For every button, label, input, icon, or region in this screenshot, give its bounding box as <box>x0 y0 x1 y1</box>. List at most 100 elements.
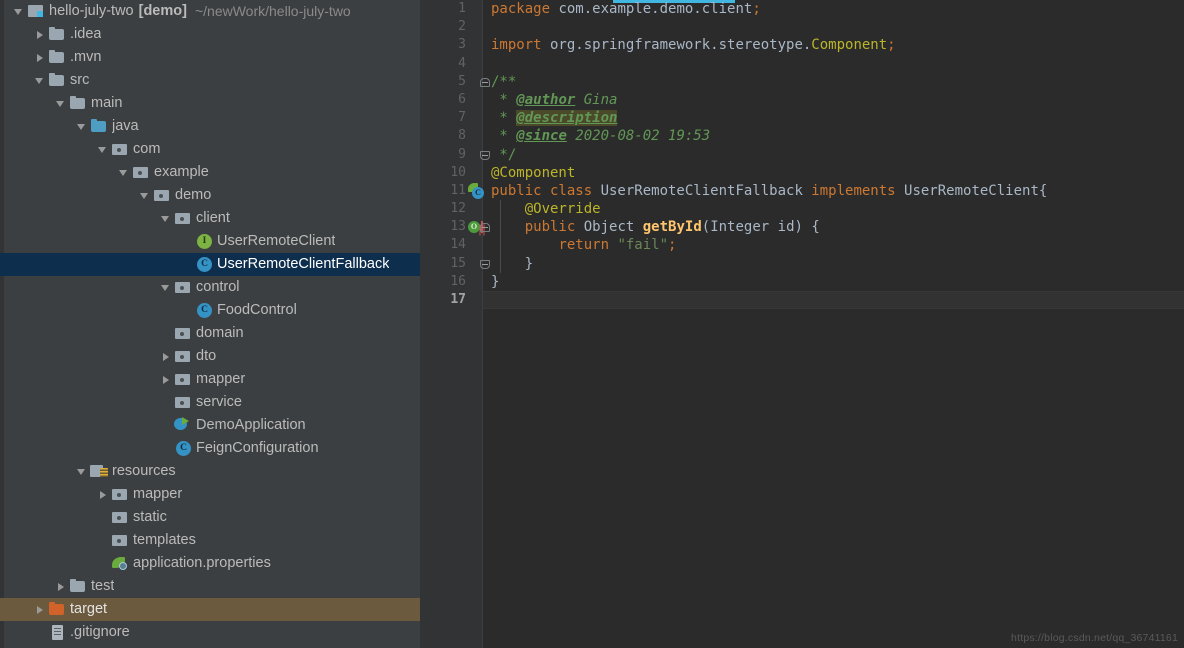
chevron-down-icon[interactable] <box>75 115 90 138</box>
tree-row-resources[interactable]: resources <box>0 460 420 483</box>
code-text[interactable]: */ <box>491 146 516 164</box>
chevron-down-icon[interactable] <box>12 0 27 23</box>
chevron-right-icon[interactable] <box>33 598 48 621</box>
code-line-16[interactable]: 16} <box>420 273 1184 291</box>
line-number[interactable]: 12 <box>420 200 466 218</box>
chevron-down-icon[interactable] <box>117 161 132 184</box>
spring-bean-gutter-icon[interactable] <box>468 182 486 200</box>
tree-row-application-properties[interactable]: application.properties <box>0 552 420 575</box>
chevron-right-icon[interactable] <box>159 368 174 391</box>
code-text[interactable]: /** <box>491 73 516 91</box>
code-line-17[interactable]: 17 <box>420 291 1184 310</box>
code-text[interactable]: return "fail"; <box>491 236 676 254</box>
code-line-5[interactable]: 5 /** <box>420 73 1184 91</box>
tree-row-domain[interactable]: domain <box>0 322 420 345</box>
chevron-down-icon[interactable] <box>159 276 174 299</box>
code-text[interactable]: public Object getById(Integer id) { <box>491 218 820 236</box>
code-line-13[interactable]: 13 public Object getById(Integer id) { <box>420 218 1184 237</box>
code-text[interactable]: @Override <box>491 200 601 218</box>
tree-row-demoapplication[interactable]: DemoApplication <box>0 414 420 437</box>
line-number[interactable]: 6 <box>420 91 466 109</box>
code-line-1[interactable]: 1 package com.example.demo.client; <box>420 0 1184 18</box>
line-number[interactable]: 14 <box>420 236 466 254</box>
tree-row-userremoteclient[interactable]: I UserRemoteClient <box>0 230 420 253</box>
tree-row-service[interactable]: service <box>0 391 420 414</box>
code-text[interactable]: @Component <box>491 164 575 182</box>
code-line-12[interactable]: 12 @Override <box>420 200 1184 219</box>
tree-row-mapper[interactable]: mapper <box>0 483 420 506</box>
tree-row-foodcontrol[interactable]: C FoodControl <box>0 299 420 322</box>
tree-row-java[interactable]: java <box>0 115 420 138</box>
line-number[interactable]: 7 <box>420 109 466 127</box>
code-text[interactable]: * @author Gina <box>491 91 617 109</box>
code-text[interactable]: * @description <box>491 109 618 127</box>
line-number[interactable]: 4 <box>420 55 466 73</box>
code-line-15[interactable]: 15 } <box>420 254 1184 273</box>
code-editor[interactable]: 1 package com.example.demo.client; 2 3 impor… <box>420 0 1184 648</box>
code-folding-marker[interactable] <box>480 221 491 233</box>
line-number[interactable]: 17 <box>420 291 466 309</box>
line-number[interactable]: 10 <box>420 164 466 182</box>
chevron-right-icon[interactable] <box>33 46 48 69</box>
chevron-down-icon[interactable] <box>138 184 153 207</box>
code-line-3[interactable]: 3 import org.springframework.stereotype.C… <box>420 36 1184 54</box>
tree-row-project-root[interactable]: hello-july-two [demo] ~/newWork/hello-ju… <box>0 0 420 23</box>
code-line-14[interactable]: 14 return "fail"; <box>420 236 1184 255</box>
code-text[interactable]: * @since 2020-08-02 19:53 <box>491 127 710 145</box>
line-number[interactable]: 9 <box>420 146 466 164</box>
tree-row-demo[interactable]: demo <box>0 184 420 207</box>
code-text[interactable]: public class UserRemoteClientFallback im… <box>491 182 1047 200</box>
line-number[interactable]: 8 <box>420 127 466 145</box>
tree-row-target[interactable]: target <box>0 598 420 621</box>
code-text[interactable]: } <box>491 273 499 291</box>
chevron-right-icon[interactable] <box>54 575 69 598</box>
tree-row-control[interactable]: control <box>0 276 420 299</box>
code-line-2[interactable]: 2 <box>420 18 1184 36</box>
tree-row-client[interactable]: client <box>0 207 420 230</box>
line-number[interactable]: 2 <box>420 18 466 36</box>
tree-row-mapper[interactable]: mapper <box>0 368 420 391</box>
tree-row-feignconfiguration[interactable]: C FeignConfiguration <box>0 437 420 460</box>
line-number[interactable]: 16 <box>420 273 466 291</box>
line-number[interactable]: 1 <box>420 0 466 18</box>
code-line-9[interactable]: 9 */ <box>420 146 1184 164</box>
tree-row-main[interactable]: main <box>0 92 420 115</box>
project-tree[interactable]: hello-july-two [demo] ~/newWork/hello-ju… <box>0 0 420 648</box>
tree-row-userremoteclientfallback[interactable]: C UserRemoteClientFallback <box>0 253 420 276</box>
code-text[interactable]: import org.springframework.stereotype.Co… <box>491 36 896 54</box>
line-number[interactable]: 5 <box>420 73 466 91</box>
line-number[interactable]: 3 <box>420 36 466 54</box>
code-folding-marker[interactable] <box>480 149 491 161</box>
code-line-6[interactable]: 6 * @author Gina <box>420 91 1184 109</box>
tree-row-test[interactable]: test <box>0 575 420 598</box>
code-line-7[interactable]: 7 * @description <box>420 109 1184 127</box>
tree-row--gitignore[interactable]: .gitignore <box>0 621 420 644</box>
line-number[interactable]: 15 <box>420 255 466 273</box>
chevron-down-icon[interactable] <box>75 460 90 483</box>
code-line-10[interactable]: 10 @Component <box>420 164 1184 182</box>
chevron-down-icon[interactable] <box>159 207 174 230</box>
code-line-11[interactable]: 11 public class UserRemoteClientFallback … <box>420 182 1184 200</box>
code-line-4[interactable]: 4 <box>420 55 1184 73</box>
tree-row--mvn[interactable]: .mvn <box>0 46 420 69</box>
chevron-down-icon[interactable] <box>33 69 48 92</box>
line-number[interactable]: 13 <box>420 218 466 236</box>
chevron-right-icon[interactable] <box>96 483 111 506</box>
chevron-right-icon[interactable] <box>159 345 174 368</box>
code-line-8[interactable]: 8 * @since 2020-08-02 19:53 <box>420 127 1184 145</box>
chevron-down-icon[interactable] <box>96 138 111 161</box>
tree-row-src[interactable]: src <box>0 69 420 92</box>
code-text[interactable]: package com.example.demo.client; <box>491 0 761 18</box>
code-content[interactable]: 1 package com.example.demo.client; 2 3 impor… <box>420 0 1184 648</box>
tree-row-item-27[interactable] <box>0 644 420 648</box>
tree-row-example[interactable]: example <box>0 161 420 184</box>
chevron-right-icon[interactable] <box>33 23 48 46</box>
tree-row-dto[interactable]: dto <box>0 345 420 368</box>
code-text[interactable]: } <box>491 255 533 273</box>
tree-row-templates[interactable]: templates <box>0 529 420 552</box>
code-folding-marker[interactable] <box>480 258 491 270</box>
tree-row-com[interactable]: com <box>0 138 420 161</box>
tree-row-static[interactable]: static <box>0 506 420 529</box>
code-folding-marker[interactable] <box>480 76 491 88</box>
chevron-down-icon[interactable] <box>54 92 69 115</box>
